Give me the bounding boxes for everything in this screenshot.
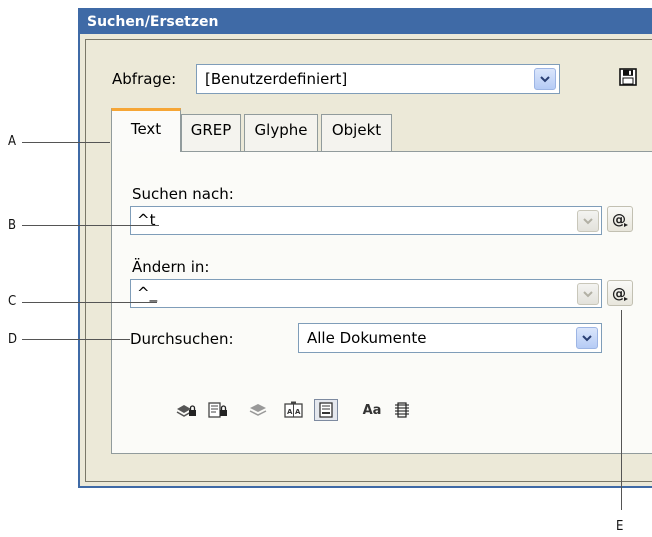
include-footnotes-icon[interactable] [314, 399, 338, 421]
search-scope-value: Alle Dokumente [307, 329, 427, 347]
tab-object[interactable]: Objekt [321, 114, 392, 151]
change-to-value: ^_ [137, 284, 158, 302]
callout-line-b [22, 225, 159, 226]
search-scope-select[interactable]: Alle Dokumente [298, 323, 602, 353]
case-sensitive-icon[interactable]: Aa [358, 399, 386, 421]
tab-glyph[interactable]: Glyphe [244, 114, 318, 151]
change-special-characters-button[interactable]: @ [607, 280, 633, 306]
callout-label-d: D [8, 332, 18, 347]
dialog-title: Suchen/Ersetzen [80, 10, 652, 34]
svg-text:A: A [295, 408, 301, 416]
chevron-down-icon[interactable] [534, 68, 556, 90]
svg-text:@: @ [612, 286, 626, 302]
callout-label-a: A [8, 134, 16, 149]
find-what-input[interactable]: ^t [130, 206, 602, 235]
callout-line-e [621, 310, 622, 510]
callout-line-a [22, 142, 110, 143]
find-special-characters-button[interactable]: @ [607, 206, 633, 232]
query-select-value: [Benutzerdefiniert] [205, 70, 348, 88]
find-what-label: Suchen nach: [132, 185, 234, 203]
callout-label-e: E [616, 519, 624, 534]
tab-grep[interactable]: GREP [181, 114, 241, 151]
callout-line-d [22, 339, 130, 340]
query-select[interactable]: [Benutzerdefiniert] [196, 64, 560, 94]
include-master-pages-icon[interactable]: A A [282, 399, 306, 421]
include-locked-layers-icon[interactable] [174, 399, 198, 421]
query-label: Abfrage: [112, 70, 177, 88]
include-hidden-layers-icon[interactable] [246, 399, 270, 421]
at-sign-icon: @ [612, 286, 628, 302]
change-to-label: Ändern in: [132, 258, 210, 276]
whole-word-icon[interactable] [390, 399, 414, 421]
change-history-chevron-icon[interactable] [577, 283, 599, 305]
tab-text[interactable]: Text [111, 108, 181, 152]
at-sign-icon: @ [612, 212, 628, 228]
callout-line-c [22, 302, 157, 303]
find-what-value: ^t [137, 211, 156, 229]
svg-text:@: @ [612, 212, 626, 228]
include-locked-stories-icon[interactable] [206, 399, 230, 421]
search-scope-label: Durchsuchen: [130, 330, 234, 348]
chevron-down-icon[interactable] [576, 327, 598, 349]
callout-label-c: C [8, 294, 17, 309]
callout-label-b: B [8, 218, 17, 233]
change-to-input[interactable]: ^_ [130, 279, 602, 308]
save-query-icon[interactable] [619, 68, 637, 86]
svg-text:A: A [287, 408, 293, 416]
find-history-chevron-icon[interactable] [577, 210, 599, 232]
